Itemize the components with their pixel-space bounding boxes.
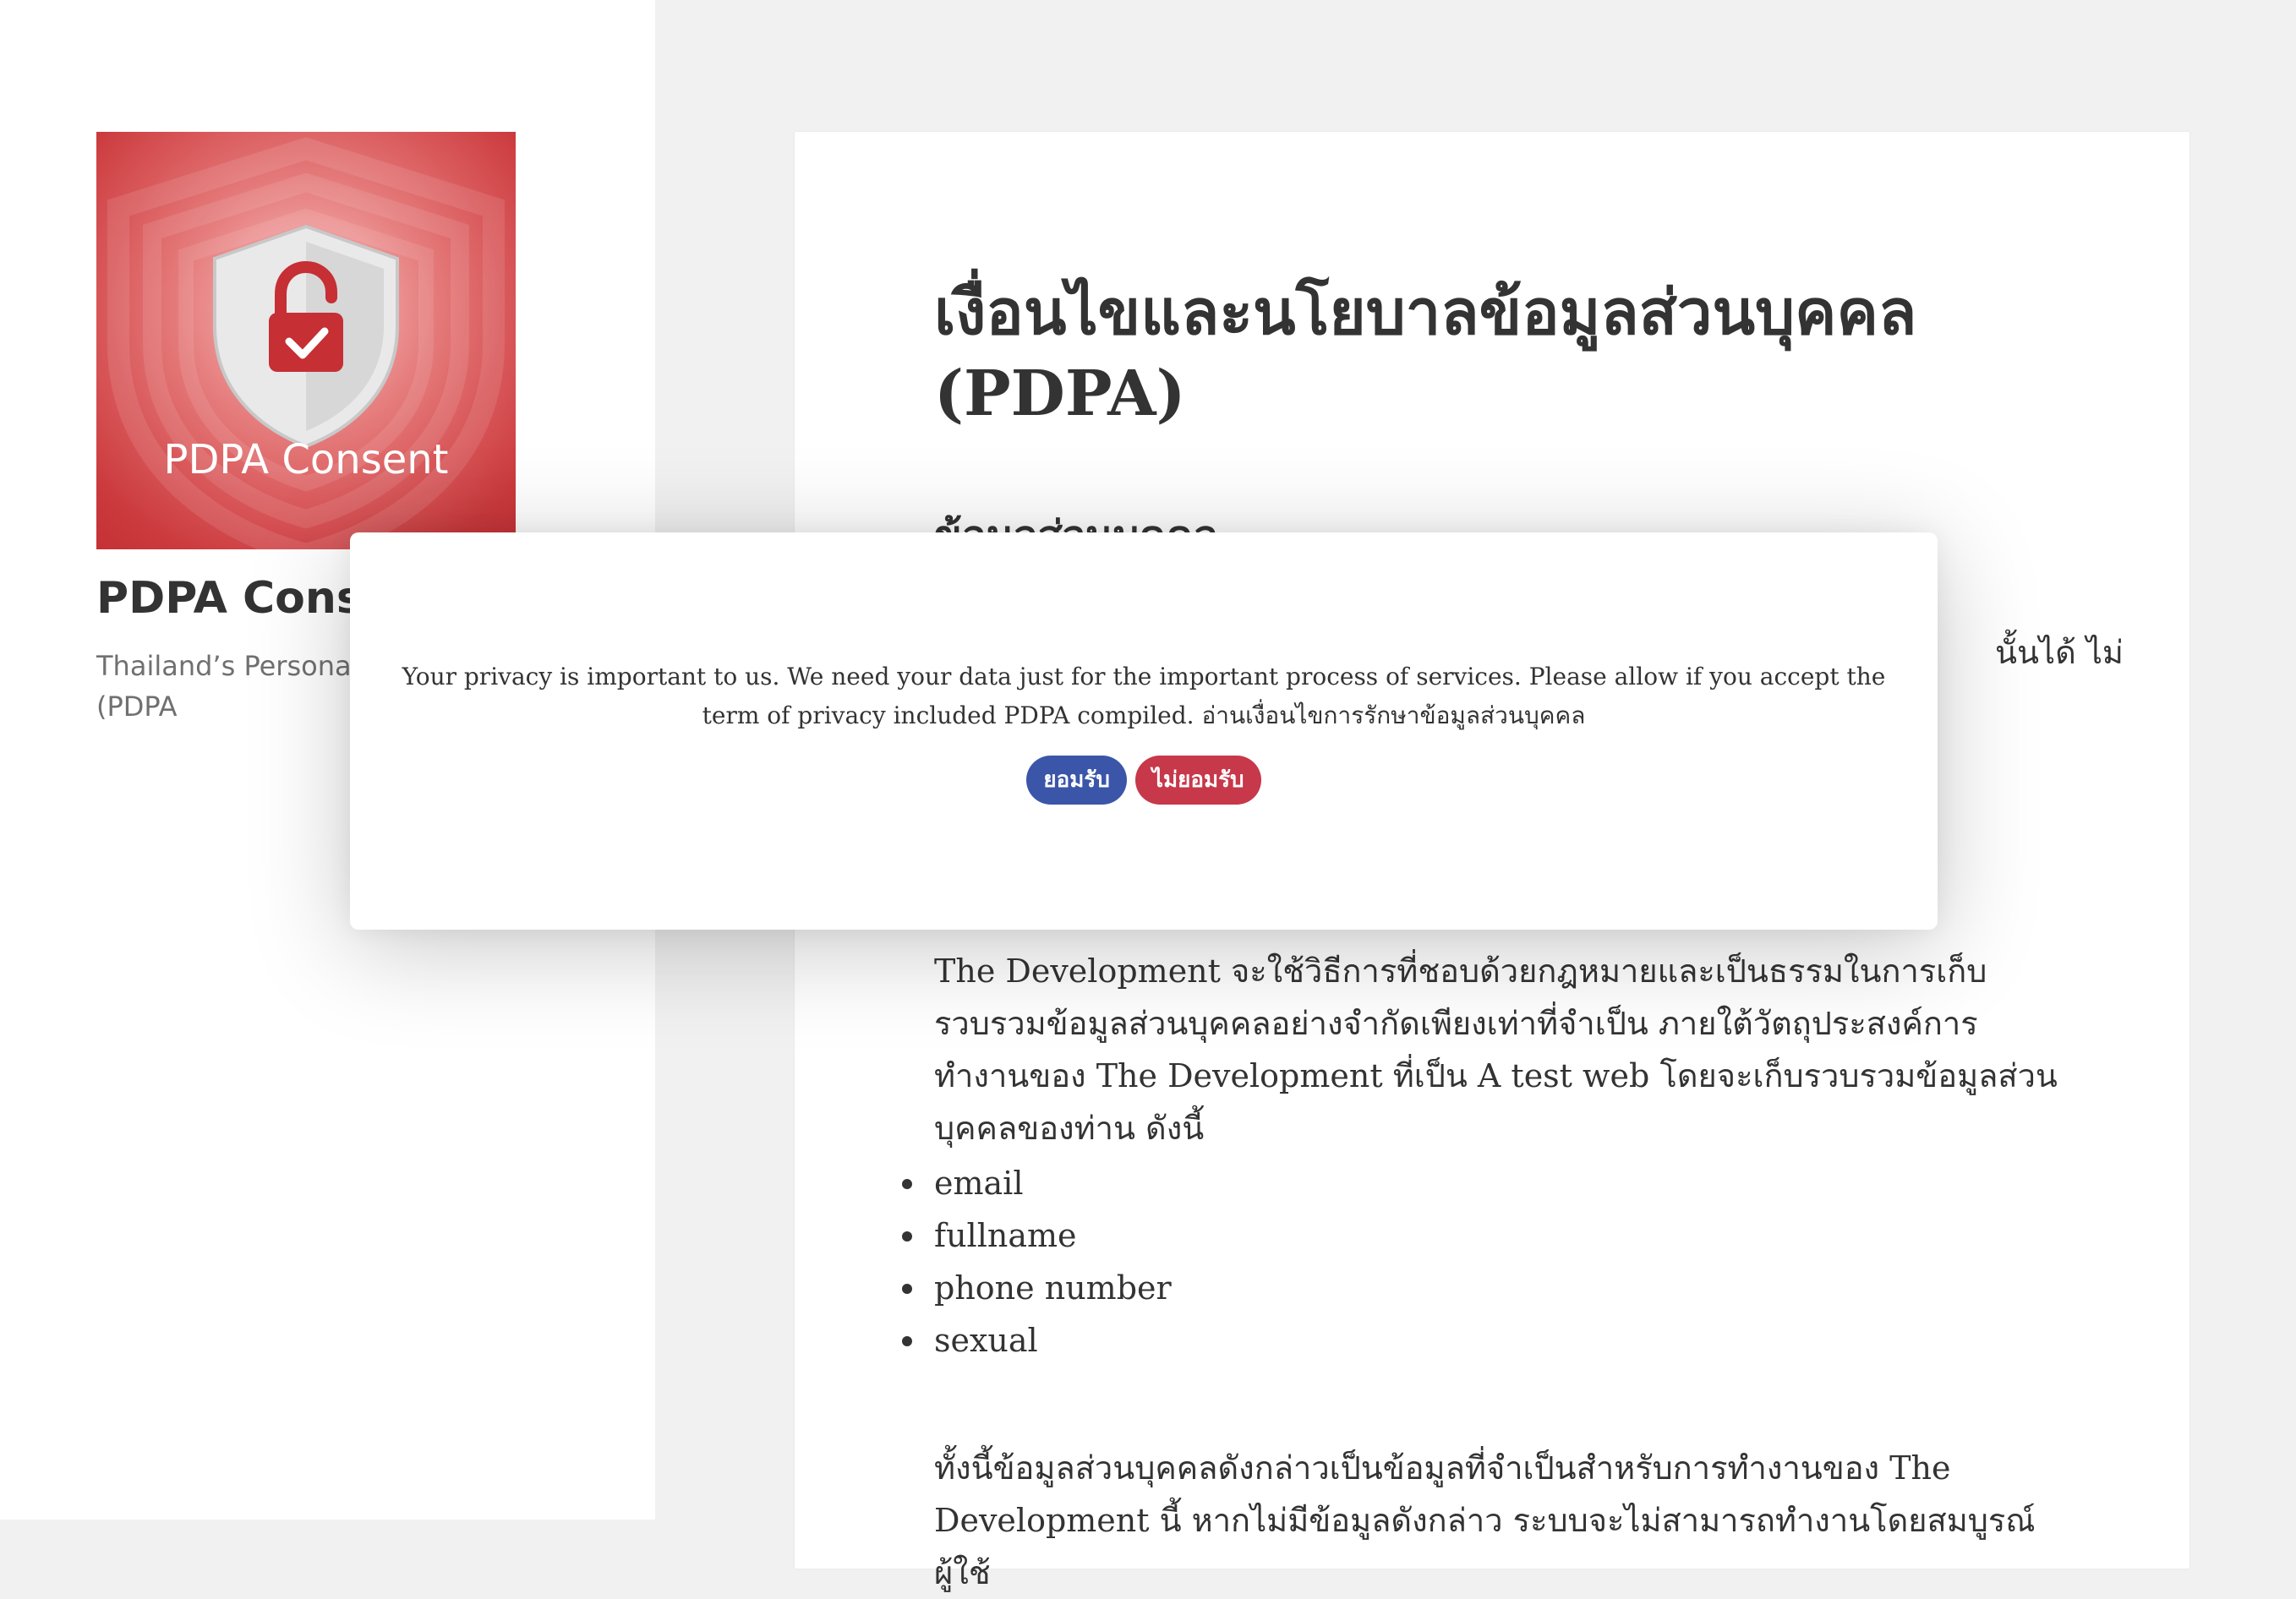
collection-paragraph: The Development จะใช้วิธีการที่ชอบด้วยกฎ… — [934, 952, 2058, 1147]
consent-modal: Your privacy is important to us. We need… — [350, 532, 1938, 930]
page-title: เงื่อนไขและนโยบาลข้อมูลส่วนบุคคล (PDPA) — [934, 276, 1917, 430]
data-fields-list: email fullname phone number sexual — [902, 1157, 1172, 1367]
necessity-paragraph: ทั้งนี้ข้อมูลส่วนบุคคลดังกล่าวเป็นข้อมูล… — [934, 1449, 2036, 1591]
list-item: phone number — [902, 1262, 1172, 1314]
site-logo[interactable]: PDPA Consent — [96, 132, 516, 549]
partial-paragraph-text: นั้นได้ ไม่ — [1995, 634, 2124, 671]
accept-button[interactable]: ยอมรับ — [1026, 756, 1127, 805]
decline-button[interactable]: ไม่ยอมรับ — [1134, 756, 1261, 805]
shield-lock-icon — [107, 137, 505, 549]
consent-buttons: ยอมรับ ไม่ยอมรับ — [350, 756, 1938, 805]
list-item: fullname — [902, 1209, 1172, 1262]
list-item: email — [902, 1157, 1172, 1209]
list-item: sexual — [902, 1314, 1172, 1367]
logo-caption: PDPA Consent — [163, 436, 449, 483]
site-title[interactable]: PDPA Conse — [96, 573, 392, 624]
consent-message: Your privacy is important to us. We need… — [402, 663, 1886, 729]
